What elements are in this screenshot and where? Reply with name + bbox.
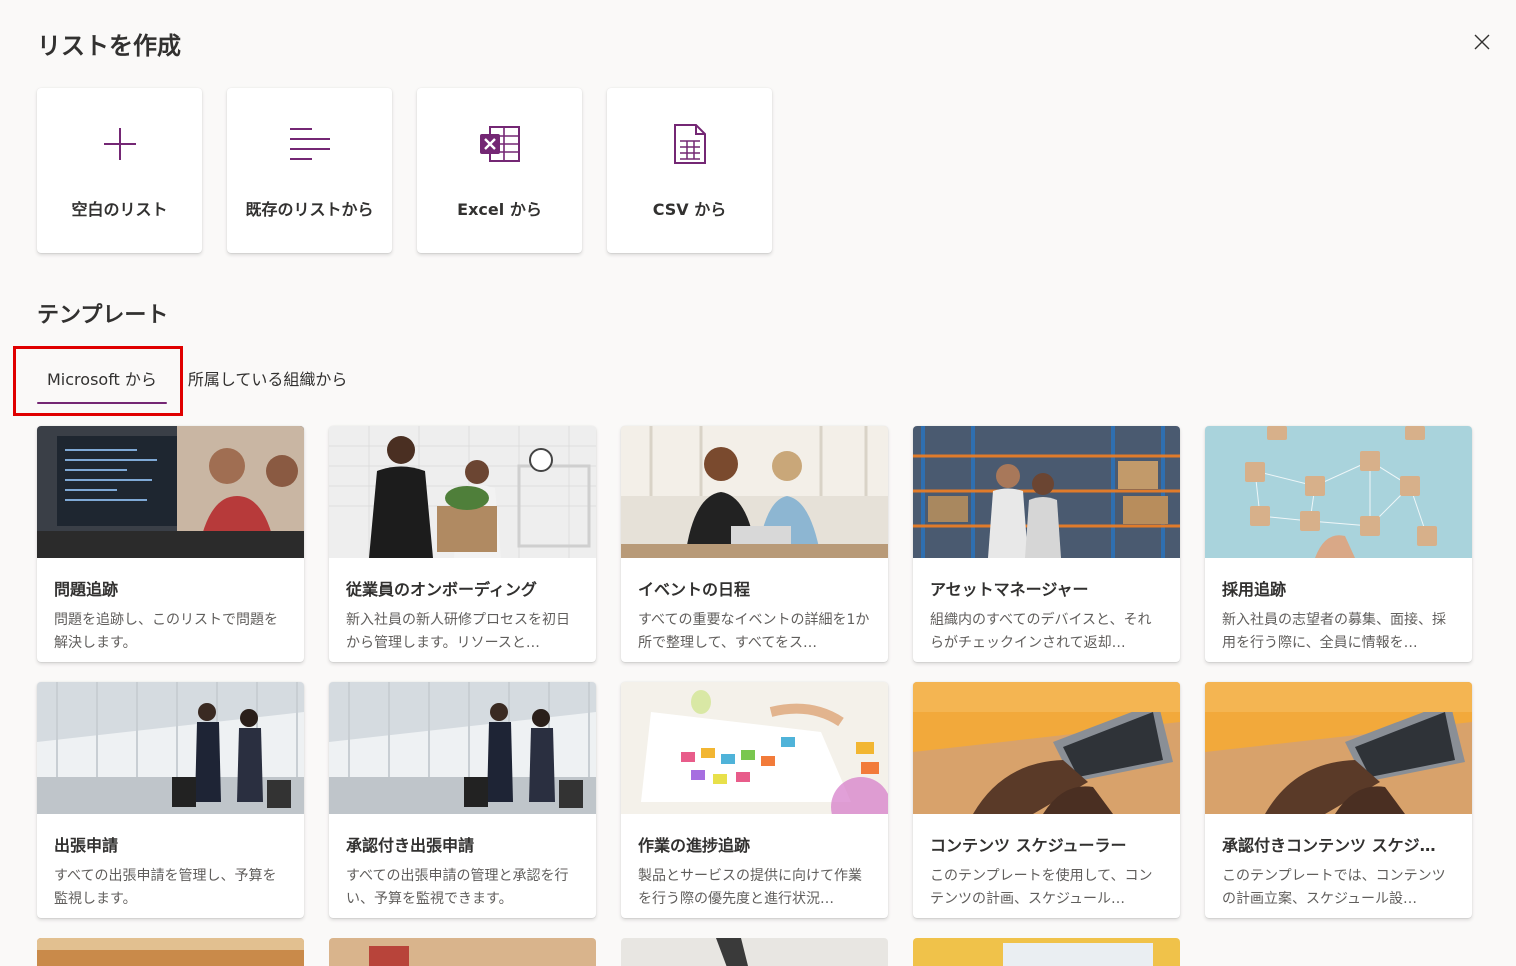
template-thumbnail bbox=[1205, 426, 1472, 558]
template-title: アセットマネージャー bbox=[930, 580, 1089, 599]
template-description: 新入社員の新人研修プロセスを初日から管理します。リソースと… bbox=[346, 612, 570, 651]
template-thumbnail bbox=[1205, 682, 1472, 814]
template-grid: 問題追跡 問題を追跡し、このリストで問題を解決します。 従業員のオンボーディング… bbox=[37, 426, 1472, 918]
template-title: 採用追跡 bbox=[1222, 580, 1287, 599]
template-thumbnail bbox=[37, 682, 304, 814]
template-thumbnail bbox=[329, 682, 596, 814]
csv-import-button[interactable]: CSV から bbox=[607, 88, 772, 253]
close-icon bbox=[1474, 34, 1490, 50]
template-title: 承認付き出張申請 bbox=[346, 836, 475, 855]
template-row-partial bbox=[37, 938, 1180, 966]
template-card-event-itinerary[interactable]: イベントの日程 すべての重要なイベントの詳細を1か所で整理して、すべてをス… bbox=[621, 426, 888, 662]
template-description: 製品とサービスの提供に向けて作業を行う際の優先度と進行状況… bbox=[638, 868, 862, 907]
template-title: 作業の進捗追跡 bbox=[638, 836, 751, 855]
template-description: すべての重要なイベントの詳細を1か所で整理して、すべてをス… bbox=[638, 612, 870, 651]
template-card-content-scheduler[interactable]: コンテンツ スケジューラー このテンプレートを使用して、コンテンツの計画、スケジ… bbox=[913, 682, 1180, 918]
template-description: 組織内のすべてのデバイスと、それらがチェックインされて返却… bbox=[930, 612, 1152, 651]
template-description: すべての出張申請の管理と承認を行い、予算を監視できます。 bbox=[346, 868, 569, 907]
page-title: リストを作成 bbox=[37, 32, 181, 60]
create-options: 空白のリスト 既存のリストから Excel から CSV から bbox=[37, 88, 772, 253]
plus-icon bbox=[98, 122, 142, 166]
template-description: すべての出張申請を管理し、予算を監視します。 bbox=[54, 868, 277, 907]
template-title: 従業員のオンボーディング bbox=[346, 580, 537, 599]
template-card-partial[interactable] bbox=[913, 938, 1180, 966]
template-card-travel-requests-approval[interactable]: 承認付き出張申請 すべての出張申請の管理と承認を行い、予算を監視できます。 bbox=[329, 682, 596, 918]
existing-list-label: 既存のリストから bbox=[245, 200, 374, 219]
template-card-content-scheduler-approval[interactable]: 承認付きコンテンツ スケジ… このテンプレートでは、コンテンツの計画立案、スケジ… bbox=[1205, 682, 1472, 918]
templates-heading: テンプレート bbox=[37, 303, 169, 328]
template-description: 問題を追跡し、このリストで問題を解決します。 bbox=[54, 612, 278, 651]
template-tabs: Microsoft から 所属している組織から bbox=[37, 360, 357, 410]
template-card-partial[interactable] bbox=[329, 938, 596, 966]
list-lines-icon bbox=[288, 122, 332, 166]
blank-list-button[interactable]: 空白のリスト bbox=[37, 88, 202, 253]
existing-list-button[interactable]: 既存のリストから bbox=[227, 88, 392, 253]
template-description: このテンプレートを使用して、コンテンツの計画、スケジュール… bbox=[930, 868, 1153, 907]
template-card-employee-onboarding[interactable]: 従業員のオンボーディング 新入社員の新人研修プロセスを初日から管理します。リソー… bbox=[329, 426, 596, 662]
template-card-partial[interactable] bbox=[621, 938, 888, 966]
template-thumbnail bbox=[329, 426, 596, 558]
template-card-recruitment-tracker[interactable]: 採用追跡 新入社員の志望者の募集、面接、採用を行う際に、全員に情報を… bbox=[1205, 426, 1472, 662]
template-thumbnail bbox=[37, 426, 304, 558]
excel-import-label: Excel から bbox=[457, 200, 542, 219]
blank-list-label: 空白のリスト bbox=[71, 200, 168, 219]
csv-file-icon bbox=[668, 122, 712, 166]
template-title: 承認付きコンテンツ スケジ… bbox=[1222, 836, 1436, 855]
template-title: イベントの日程 bbox=[638, 580, 751, 599]
close-button[interactable] bbox=[1468, 28, 1496, 56]
template-title: コンテンツ スケジューラー bbox=[930, 836, 1127, 855]
template-description: 新入社員の志望者の募集、面接、採用を行う際に、全員に情報を… bbox=[1222, 612, 1446, 651]
template-description: このテンプレートでは、コンテンツの計画立案、スケジュール設… bbox=[1222, 868, 1446, 907]
template-card-asset-manager[interactable]: アセットマネージャー 組織内のすべてのデバイスと、それらがチェックインされて返却… bbox=[913, 426, 1180, 662]
template-card-issue-tracker[interactable]: 問題追跡 問題を追跡し、このリストで問題を解決します。 bbox=[37, 426, 304, 662]
template-thumbnail bbox=[913, 682, 1180, 814]
template-title: 問題追跡 bbox=[54, 580, 119, 599]
template-thumbnail bbox=[913, 426, 1180, 558]
template-card-travel-requests[interactable]: 出張申請 すべての出張申請を管理し、予算を監視します。 bbox=[37, 682, 304, 918]
template-card-partial[interactable] bbox=[37, 938, 304, 966]
tab-microsoft[interactable]: Microsoft から bbox=[37, 360, 167, 404]
tab-organization[interactable]: 所属している組織から bbox=[178, 360, 358, 404]
template-thumbnail bbox=[621, 426, 888, 558]
csv-import-label: CSV から bbox=[652, 200, 727, 219]
template-thumbnail bbox=[621, 682, 888, 814]
excel-icon bbox=[478, 122, 522, 166]
template-title: 出張申請 bbox=[54, 836, 119, 855]
template-card-work-progress-tracker[interactable]: 作業の進捗追跡 製品とサービスの提供に向けて作業を行う際の優先度と進行状況… bbox=[621, 682, 888, 918]
excel-import-button[interactable]: Excel から bbox=[417, 88, 582, 253]
